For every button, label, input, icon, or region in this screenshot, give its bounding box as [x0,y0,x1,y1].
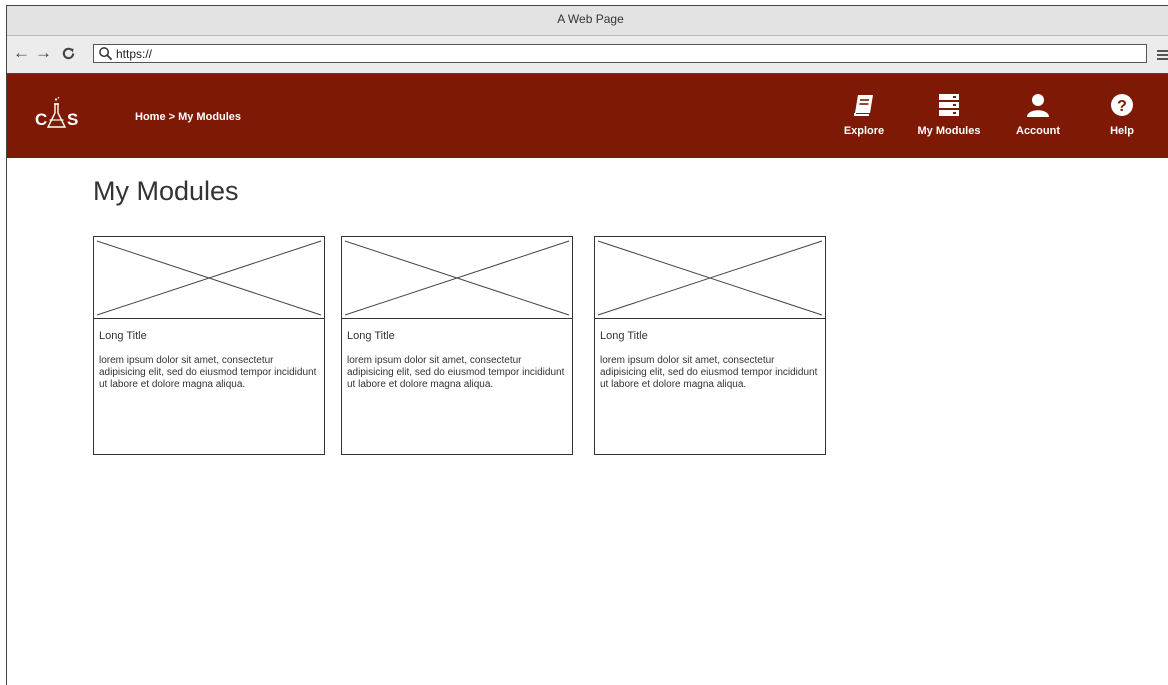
svg-text:?: ? [1117,98,1127,115]
reload-icon[interactable] [61,42,76,67]
card-title: Long Title [347,330,395,342]
svg-text:S: S [67,110,78,129]
card-description: lorem ipsum dolor sit amet, consectetur … [600,355,818,390]
window-title: A Web Page [557,12,624,26]
resize-handle-icon[interactable]: ⇗ [1163,213,1168,227]
card-description: lorem ipsum dolor sit amet, consectetur … [347,355,565,390]
server-stack-icon [939,94,959,116]
page-title: My Modules [93,176,239,206]
search-icon [99,47,113,61]
nav-help-label: Help [1110,125,1134,137]
url-bar[interactable] [93,44,1147,63]
book-icon [854,95,873,116]
card-title: Long Title [600,330,648,342]
url-input[interactable] [116,45,1136,62]
nav-account[interactable]: Account [1013,92,1063,137]
card-description: lorem ipsum dolor sit amet, consectetur … [99,355,317,390]
window-title-bar: A Web Page [7,6,1168,36]
nav-my-modules[interactable]: My Modules [915,92,983,137]
arrow-right-icon[interactable]: → [35,42,52,64]
logo[interactable]: C S [35,96,83,132]
nav-explore-label: Explore [843,125,885,137]
image-placeholder [595,237,825,319]
nav-help[interactable]: ? Help [1107,92,1137,137]
breadcrumb[interactable]: Home > My Modules [135,111,241,123]
module-card[interactable]: Long Title lorem ipsum dolor sit amet, c… [594,236,826,455]
browser-window: A Web Page ← → C S [6,5,1168,685]
module-card[interactable]: Long Title lorem ipsum dolor sit amet, c… [341,236,573,455]
module-card[interactable]: Long Title lorem ipsum dolor sit amet, c… [93,236,325,455]
address-bar-row: ← → [7,36,1168,74]
help-icon: ? [1111,94,1133,116]
card-title: Long Title [99,330,147,342]
nav-account-label: Account [1016,125,1060,137]
svg-text:C: C [35,110,47,129]
image-placeholder [94,237,324,319]
nav-my-modules-label: My Modules [917,125,981,137]
app-header: C S Home > My Modules Explore My Modules… [7,74,1168,227]
hamburger-menu-icon[interactable] [1157,49,1168,61]
user-icon [1027,94,1049,117]
arrow-left-icon[interactable]: ← [13,42,30,64]
nav-explore[interactable]: Explore [841,92,887,137]
image-placeholder [342,237,572,319]
